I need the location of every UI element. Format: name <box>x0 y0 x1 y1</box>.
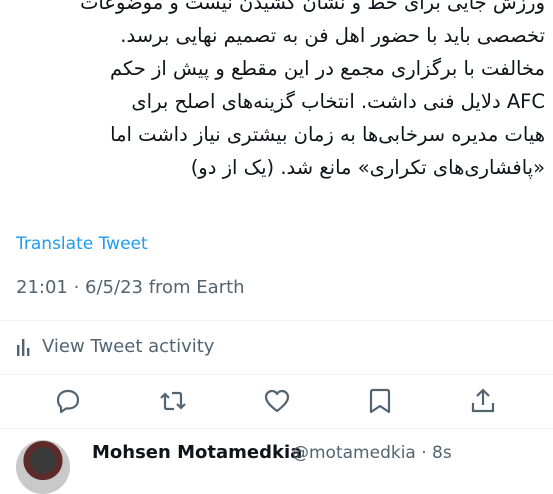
tweet-text-line: هیات مدیره سرخابی‌ها به زمان بیشتری نیاز… <box>110 123 545 146</box>
like-button[interactable] <box>260 384 294 418</box>
retweet-icon <box>160 391 186 411</box>
tweet-text-line: مخالفت با برگزاری مجمع در این مقطع و پیش… <box>110 57 545 80</box>
tweet-text: ورزش جایی برای خط و نشان کشیدن نیست و مو… <box>0 0 553 184</box>
view-tweet-activity-label: View Tweet activity <box>42 336 215 357</box>
reply-button[interactable] <box>51 384 85 418</box>
bookmark-button[interactable] <box>363 384 397 418</box>
analytics-icon <box>17 338 30 356</box>
tweet-text-line: «پافشاری‌های تکراری» مانع شد. (یک از دو) <box>190 156 545 179</box>
translate-tweet-link[interactable]: Translate Tweet <box>16 234 148 254</box>
tweet-text-line: ورزش جایی برای خط و نشان کشیدن نیست و مو… <box>80 0 545 14</box>
avatar[interactable] <box>16 440 70 494</box>
reply-tweet[interactable]: Mohsen Motamedkia @motamedkia · 8s <box>0 430 553 494</box>
retweet-button[interactable] <box>156 384 190 418</box>
tweet-text-line: تخصصی باید با حضور اهل فن به تصمیم نهایی… <box>120 24 545 47</box>
like-icon <box>264 389 290 413</box>
bookmark-icon <box>369 388 391 414</box>
tweet-timestamp[interactable]: 21:01 · 6/5/23 from Earth <box>16 277 245 298</box>
divider <box>0 374 553 375</box>
tweet-text-line: AFC دلایل فنی داشت. انتخاب گزینه‌های اصل… <box>131 90 545 113</box>
reply-author-handle[interactable]: @motamedkia · 8s <box>292 443 452 463</box>
divider <box>0 320 553 321</box>
view-tweet-activity-button[interactable]: View Tweet activity <box>16 336 214 357</box>
reply-icon <box>56 389 80 414</box>
share-icon <box>471 388 495 413</box>
share-button[interactable] <box>466 384 500 418</box>
divider <box>0 428 553 429</box>
tweet-actions-bar <box>0 384 553 418</box>
reply-author-name[interactable]: Mohsen Motamedkia <box>92 442 302 463</box>
